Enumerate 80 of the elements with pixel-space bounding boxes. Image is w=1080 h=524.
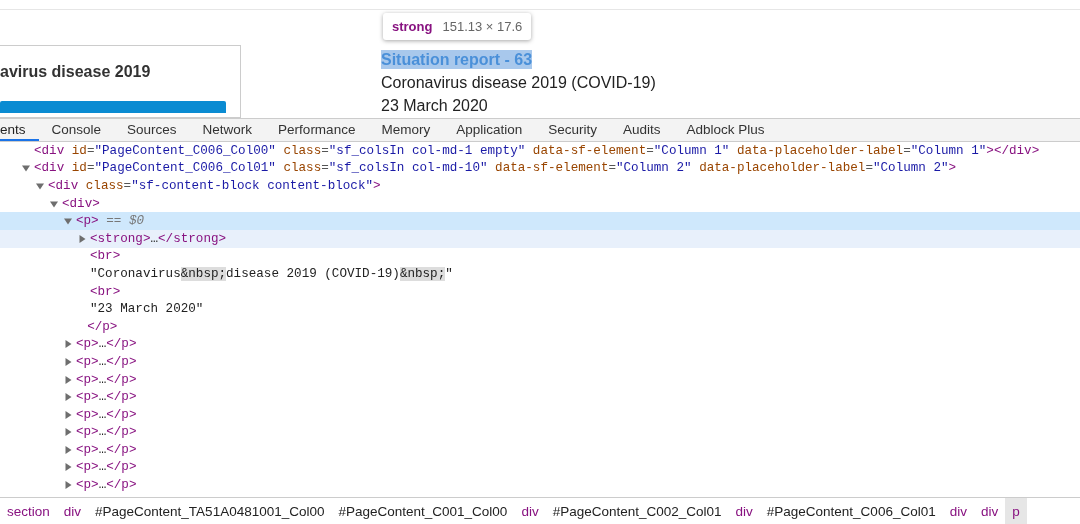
code-line: "23 March 2020" (90, 302, 204, 317)
code-line: <p>…</p> (76, 442, 137, 457)
devtools-tab[interactable]: Audits (610, 119, 674, 141)
tree-row[interactable]: <div id="PageContent_C006_Col01" class="sf_colsIn col-md-10" data-sf-element="Column 2" data-placeholder-label="Column 2"> (0, 159, 1080, 178)
card-heading: avirus disease 2019 (0, 63, 152, 81)
code-line: <div> (62, 196, 100, 211)
tree-row[interactable]: <p>…</p> (0, 441, 1080, 459)
code-line: <p>…</p> (76, 478, 137, 493)
collapsed-triangle-icon[interactable] (64, 393, 72, 402)
tree-row[interactable]: <div> (0, 194, 1080, 213)
breadcrumb-item[interactable]: div (514, 498, 546, 524)
code-line: <br> (90, 249, 121, 264)
code-line: <div id="PageContent_C006_Col01" class="sf_colsIn col-md-10" data-sf-element="Column 2" data-placeholder-label="Column 2"> (34, 161, 957, 176)
tooltip-size: 151.13 × 17.6 (442, 19, 523, 34)
tree-row[interactable]: <p>…</p> (0, 405, 1080, 424)
devtools-tab[interactable]: Sources (114, 119, 190, 141)
collapsed-triangle-icon[interactable] (78, 234, 86, 243)
devtools-tab[interactable]: Console (38, 119, 115, 141)
subtitle: Coronavirus disease 2019 (COVID-19) (381, 74, 656, 92)
tree-row[interactable]: <p>…</p> (0, 370, 1080, 389)
expanded-triangle-icon[interactable] (22, 164, 30, 173)
tooltip-tag: strong (392, 19, 433, 34)
code-line: <p>…</p> (76, 425, 137, 440)
collapsed-triangle-icon[interactable] (64, 375, 72, 384)
breadcrumb-item[interactable]: #PageContent_C006_Col01 (759, 498, 943, 524)
code-line: <p> == $0 (76, 214, 145, 229)
breadcrumb-item[interactable]: #PageContent_C002_Col01 (545, 498, 729, 524)
tree-row[interactable]: <p>…</p> (0, 458, 1080, 477)
devtools-tab[interactable]: Memory (368, 119, 444, 141)
tree-row[interactable]: <p>…</p> (0, 476, 1080, 494)
collapsed-triangle-icon[interactable] (64, 340, 72, 349)
devtools-tab[interactable]: Adblock Plus (673, 119, 778, 141)
collapsed-triangle-icon[interactable] (64, 445, 72, 454)
tree-row[interactable]: <div id="PageContent_C006_Col00" class="sf_colsIn col-md-1 empty" data-sf-element="Column 1" data-placeholder-label="Column 1"></div> (0, 142, 1080, 160)
tree-row[interactable]: <br> (0, 282, 1080, 301)
date-text: 23 March 2020 (381, 97, 489, 115)
breadcrumb-item[interactable]: div (973, 498, 1006, 524)
breadcrumb-item[interactable]: #PageContent_TA51A0481001_Col00 (88, 498, 332, 524)
code-line: </p> (87, 319, 118, 334)
tree-row[interactable]: <div class="sf-content-block content-block"> (0, 177, 1080, 195)
code-line: <p>…</p> (76, 354, 137, 369)
code-line: <p>…</p> (76, 390, 137, 405)
tree-row[interactable]: <p>…</p> (0, 423, 1080, 442)
breadcrumb-item[interactable]: #PageContent_C001_Col00 (331, 498, 515, 524)
collapsed-triangle-icon[interactable] (64, 463, 72, 472)
collapsed-triangle-icon[interactable] (64, 481, 72, 490)
breadcrumb-item[interactable]: div (56, 498, 89, 524)
code-line: <p>…</p> (76, 337, 137, 352)
code-line: <p>…</p> (76, 407, 137, 422)
collapsed-triangle-icon[interactable] (64, 428, 72, 437)
devtools-tab[interactable]: Security (535, 119, 610, 141)
highlighted-title: Situation report - 63 (381, 50, 533, 69)
expanded-triangle-icon[interactable] (50, 199, 58, 208)
devtools-tab[interactable]: Performance (265, 119, 369, 141)
tree-row[interactable]: <br> (0, 247, 1080, 266)
tree-row[interactable]: <p>…</p> (0, 353, 1080, 371)
tree-row[interactable]: <p> == $0 (0, 212, 1080, 230)
breadcrumb-item[interactable]: div (728, 498, 760, 524)
tree-row[interactable]: "23 March 2020" (0, 300, 1080, 318)
devtools-tab[interactable]: Network (189, 119, 266, 141)
breadcrumb-item[interactable]: p (1005, 498, 1027, 524)
expanded-triangle-icon[interactable] (36, 182, 44, 190)
tree-row[interactable]: <p>…</p> (0, 388, 1080, 406)
devtools-tab[interactable]: ents (0, 119, 39, 141)
code-line: <p>…</p> (76, 372, 137, 387)
code-line: <br> (90, 284, 121, 299)
collapsed-triangle-icon[interactable] (64, 410, 72, 419)
breadcrumb-item[interactable]: div (942, 498, 974, 524)
tree-row[interactable]: <p>…</p> (0, 335, 1080, 354)
code-line: <div class="sf-content-block content-block"> (48, 179, 381, 193)
tree-row[interactable]: </p> (0, 317, 1080, 336)
expanded-triangle-icon[interactable] (64, 217, 72, 226)
breadcrumb-item[interactable]: section (0, 498, 57, 524)
code-line: <p>…</p> (76, 460, 137, 475)
collapsed-triangle-icon[interactable] (64, 357, 72, 366)
tree-row[interactable]: "Coronavirus&nbsp;disease 2019 (COVID-19)&nbsp;" (0, 265, 1080, 283)
code-line: "Coronavirus&nbsp;disease 2019 (COVID-19)&nbsp;" (90, 266, 453, 281)
code-line: <strong>…</strong> (90, 231, 227, 246)
code-line: <div id="PageContent_C006_Col00" class="sf_colsIn col-md-1 empty" data-sf-element="Column 1" data-placeholder-label="Column 1"></div> (34, 143, 1040, 158)
devtools-tab[interactable]: Application (443, 119, 536, 141)
